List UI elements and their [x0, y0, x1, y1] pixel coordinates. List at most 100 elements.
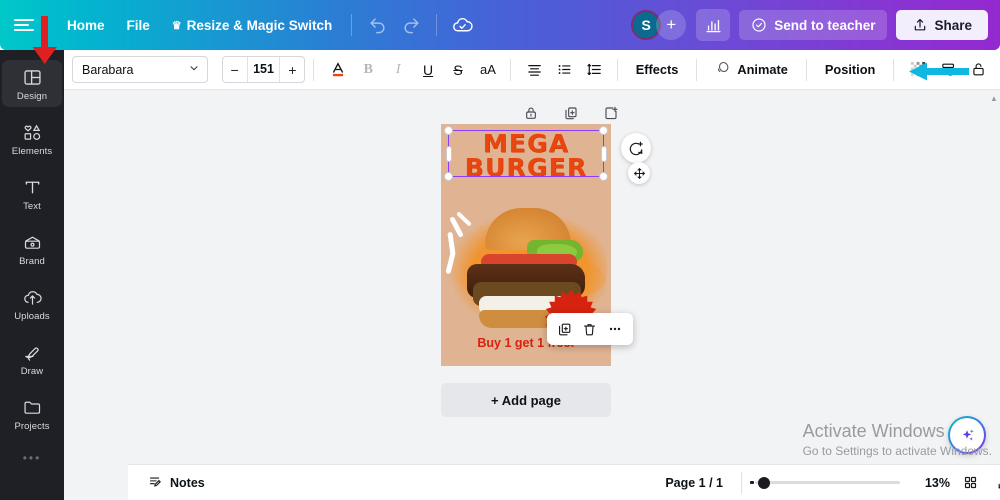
effects-button[interactable]: Effects [626, 56, 689, 83]
hamburger-menu-icon[interactable] [14, 12, 40, 38]
send-to-teacher-label: Send to teacher [774, 17, 876, 33]
line-spacing-icon[interactable] [581, 56, 609, 84]
add-page-button[interactable]: + Add page [441, 383, 611, 417]
comment-add-icon[interactable] [621, 133, 651, 163]
add-collaborator-button[interactable]: + [656, 10, 687, 40]
scroll-up-caret[interactable]: ▲ [990, 94, 998, 103]
font-size-input[interactable]: 151 [246, 57, 281, 82]
nav-item-file[interactable]: File [116, 11, 161, 40]
toolbar-lock-icon[interactable] [964, 56, 992, 84]
fullscreen-icon[interactable] [990, 469, 1000, 497]
share-upload-icon [915, 18, 926, 31]
bold-label: B [363, 61, 373, 77]
sidebar-more-icon[interactable]: ••• [23, 451, 42, 465]
font-size-stepper[interactable]: − 151 + [221, 56, 306, 83]
move-handle-icon[interactable] [628, 162, 650, 184]
notes-label: Notes [170, 475, 205, 490]
zoom-level-value[interactable]: 13% [910, 476, 950, 490]
text-align-icon[interactable] [521, 56, 549, 84]
zoom-slider-knob[interactable] [758, 476, 770, 489]
text-formatting-toolbar: Barabara − 151 + B I U S aA Effects Anim… [64, 50, 1000, 90]
duplicate-page-icon[interactable] [560, 102, 582, 124]
poster-title[interactable]: MEGA BURGER [441, 131, 611, 181]
zoom-slider-track[interactable] [755, 476, 900, 489]
cloud-saved-icon[interactable] [445, 8, 479, 42]
zoom-slider-min-tick [750, 481, 754, 484]
sidebar-item-design[interactable]: Design [2, 60, 62, 107]
redo-icon[interactable] [394, 8, 428, 42]
add-collaborator-label: + [666, 15, 677, 34]
folder-icon [22, 397, 43, 418]
sidebar-item-uploads[interactable]: Uploads [2, 280, 62, 327]
canvas-scrollbar[interactable]: ▲ [990, 94, 998, 496]
nav-label-resize: Resize & Magic Switch [186, 17, 333, 33]
sidebar-label-draw: Draw [20, 366, 44, 377]
nav-item-home[interactable]: Home [56, 11, 116, 40]
text-color-button[interactable] [324, 56, 352, 84]
bar-chart-icon[interactable] [696, 9, 731, 41]
animate-button[interactable]: Animate [705, 54, 798, 85]
divider [436, 14, 438, 36]
more-options-icon[interactable] [604, 318, 626, 340]
undo-icon[interactable] [360, 8, 394, 42]
left-sidebar: Design Elements Text Brand Uploads Draw … [0, 50, 64, 500]
nav-item-resize-magic-switch[interactable]: ♛ Resize & Magic Switch [161, 11, 343, 40]
share-label: Share [934, 17, 972, 33]
transparency-checker-icon[interactable] [904, 56, 932, 84]
divider [616, 58, 618, 81]
sidebar-item-draw[interactable]: Draw [2, 335, 62, 382]
chevron-down-icon [188, 62, 200, 77]
brand-wallet-icon [22, 232, 43, 253]
position-button[interactable]: Position [815, 56, 885, 83]
bold-button[interactable]: B [354, 56, 382, 84]
sidebar-item-text[interactable]: Text [2, 170, 62, 217]
check-circle-icon [752, 18, 766, 32]
page-indicator[interactable]: Page 1 / 1 [665, 476, 723, 490]
sidebar-item-projects[interactable]: Projects [2, 390, 62, 437]
text-T-icon [22, 177, 43, 198]
sidebar-item-brand[interactable]: Brand [2, 225, 62, 272]
canva-editor-window: Home File ♛ Resize & Magic Switch S + Se… [0, 0, 1000, 500]
effects-label: Effects [635, 62, 679, 77]
layout-panel-icon [22, 67, 43, 88]
underline-label: U [423, 61, 434, 78]
sidebar-label-text: Text [23, 201, 41, 212]
crown-icon: ♛ [171, 19, 182, 32]
font-family-value: Barabara [82, 62, 134, 77]
canvas-area[interactable]: MEGA BURGER $3.99 Buy 1 get 1 free! + Ad… [64, 90, 1000, 500]
text-case-button[interactable]: aA [474, 56, 502, 84]
divider [313, 58, 315, 81]
sidebar-item-elements[interactable]: Elements [2, 115, 62, 162]
font-family-select[interactable]: Barabara [72, 56, 208, 83]
sidebar-label-uploads: Uploads [14, 311, 50, 322]
strikethrough-label: S [453, 61, 463, 78]
lock-page-icon[interactable] [520, 102, 542, 124]
divider [696, 58, 698, 81]
font-size-decrease-button[interactable]: − [223, 57, 247, 82]
notes-button[interactable]: Notes [140, 469, 213, 497]
bullet-list-icon[interactable] [551, 56, 579, 84]
send-to-teacher-button[interactable]: Send to teacher [739, 10, 888, 40]
share-button[interactable]: Share [896, 10, 988, 40]
nav-label-home: Home [67, 17, 105, 33]
strikethrough-button[interactable]: S [444, 56, 472, 84]
grid-view-icon[interactable] [956, 469, 984, 497]
add-page-icon[interactable] [600, 102, 622, 124]
italic-button[interactable]: I [384, 56, 412, 84]
paint-roller-icon[interactable] [934, 56, 962, 84]
font-size-increase-button[interactable]: + [280, 57, 304, 82]
magic-ai-sparkle-button[interactable] [948, 416, 986, 454]
divider [741, 471, 742, 494]
page-tools [520, 102, 622, 124]
sidebar-label-design: Design [16, 91, 48, 102]
divider [805, 58, 807, 81]
pen-draw-icon [22, 342, 43, 363]
zoom-slider[interactable] [750, 476, 900, 489]
nav-label-file: File [126, 17, 150, 33]
underline-button[interactable]: U [414, 56, 442, 84]
sidebar-label-brand: Brand [19, 256, 45, 267]
avatar-initial: S [641, 17, 651, 33]
notes-icon [148, 474, 163, 492]
italic-label: I [395, 61, 401, 77]
sidebar-label-elements: Elements [11, 146, 53, 157]
